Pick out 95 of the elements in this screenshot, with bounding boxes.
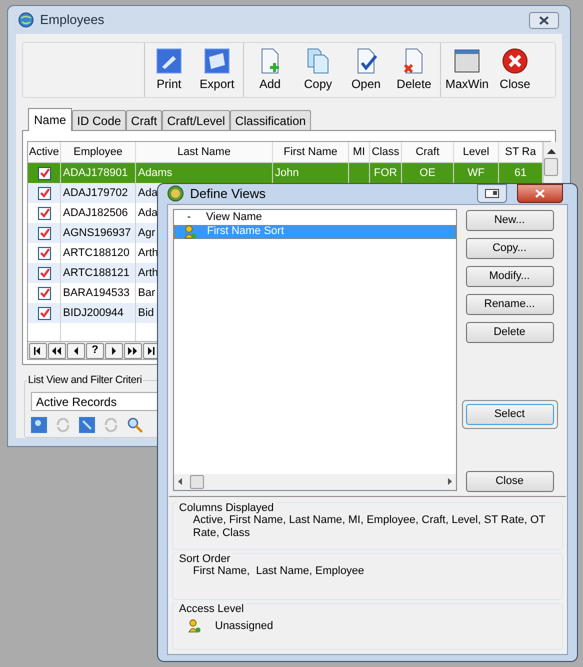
scroll-thumb[interactable] [190,474,204,488]
column-header[interactable]: First Name [284,144,338,160]
dialog-button[interactable]: Modify... [466,266,554,286]
view-name: First Name Sort [206,224,284,240]
table-cell-text: John [275,166,299,181]
tab[interactable]: Craft/Level [162,110,230,130]
find-button[interactable]: ? [86,342,104,358]
column-header[interactable]: Last Name [177,144,231,160]
globe-icon [18,12,34,28]
pager-button[interactable] [29,342,47,358]
dialog-button[interactable]: Select [466,404,554,424]
export-button[interactable]: Export [193,43,241,97]
table-cell-text: ARTC188121 [63,266,130,281]
scroll-left-icon [178,478,182,485]
window-title: Define Views [190,185,266,203]
close-button[interactable] [529,12,559,28]
window-icon [485,189,499,198]
checkbox[interactable] [38,266,50,280]
dialog-button[interactable]: Close [466,470,554,492]
group-label: Columns Displayed [177,502,276,514]
export-icon [203,47,231,75]
pager-button[interactable] [105,342,123,358]
user-icon [183,224,197,238]
table-cell-text: WF [467,166,485,181]
search-icon[interactable] [127,417,143,433]
dialog-button[interactable]: New... [466,210,554,230]
group-label: Access Level [177,602,246,616]
close-icon [501,47,529,75]
sort-order-text: First Name, Last Name, Employee [192,564,366,578]
user-icon [187,618,201,633]
window-icon [453,47,481,75]
group-label: Sort Order [177,552,232,566]
table-cell-text: ARTC188120 [63,246,130,261]
dialog-button[interactable]: Rename... [466,294,554,314]
pager-button[interactable] [48,342,66,358]
pager-button[interactable] [67,342,85,358]
checkbox[interactable] [38,206,50,220]
column-header[interactable]: ST Ra [505,144,536,160]
tab[interactable]: ID Code [72,110,126,130]
table-cell-text: Ada [138,206,158,221]
close-icon [535,189,545,198]
table-cell-text: ADAJ178901 [63,166,128,181]
checkbox[interactable] [38,166,50,180]
tab[interactable]: Name [28,108,72,131]
checkbox[interactable] [38,186,50,200]
tab[interactable]: Classification [230,110,311,130]
column-header[interactable]: Class [372,144,400,160]
print-button[interactable]: Print [145,43,193,97]
maxwin-button[interactable]: MaxWin [443,43,491,97]
table-cell-text: AGNS196937 [63,226,131,241]
table-cell-text: ADAJ179702 [63,186,128,201]
access-level-text: Unassigned [215,618,274,634]
close-icon [539,16,549,24]
table-cell-text: ADAJ182506 [63,206,128,221]
table-cell-text: Bid [138,306,154,321]
table-cell-text: BIDJ200944 [63,306,124,321]
table-cell-text: Adams [138,166,172,181]
table-cell-text: 61 [514,166,527,181]
horizontal-scrollbar[interactable] [174,474,456,490]
dialog-button[interactable]: Delete [466,322,554,342]
table-cell-text: Agr [138,226,156,241]
checkbox[interactable] [38,226,50,240]
column-header[interactable]: Craft [416,144,440,160]
close-button[interactable]: Close [491,43,539,97]
columns-text: Active, First Name, Last Name, MI, Employee, Craft, Level, ST Rate, OT Rate, Class [192,514,546,540]
window-title: Employees [40,11,104,30]
dialog-button[interactable]: Copy... [466,238,554,258]
coin-icon [167,185,184,202]
scroll-up-icon [546,148,556,154]
print-icon [155,47,183,75]
table-cell-text: FOR [374,166,398,181]
scroll-right-icon [448,478,452,485]
scroll-thumb[interactable] [544,158,558,176]
restore-button[interactable] [477,184,507,203]
copy-button[interactable]: Copy [294,43,342,97]
table-row[interactable]: ADAJ178901 Adams John FOR OE WF 61 [28,163,543,183]
checkbox[interactable] [38,286,50,300]
table-cell-text: BARA194533 [63,286,130,301]
column-header[interactable]: Active [29,144,59,160]
column-header[interactable]: View Name [204,208,262,226]
delete-button[interactable]: Delete [390,43,438,97]
add-button[interactable]: Add [246,43,294,97]
column-header[interactable]: Employee [74,144,122,160]
pager-button[interactable] [124,342,142,358]
tab[interactable]: Craft [126,110,162,130]
open-button[interactable]: Open [342,43,390,97]
checkbox[interactable] [38,246,50,260]
table-cell-text: Ada [138,186,158,201]
table-cell-text: OE [420,166,436,181]
column-header[interactable]: Level [462,144,490,160]
column-header[interactable]: - [174,208,204,226]
checkbox[interactable] [38,306,50,320]
table-cell-text: Bar [138,286,156,301]
close-button[interactable] [517,184,563,203]
column-header[interactable]: MI [352,144,366,160]
